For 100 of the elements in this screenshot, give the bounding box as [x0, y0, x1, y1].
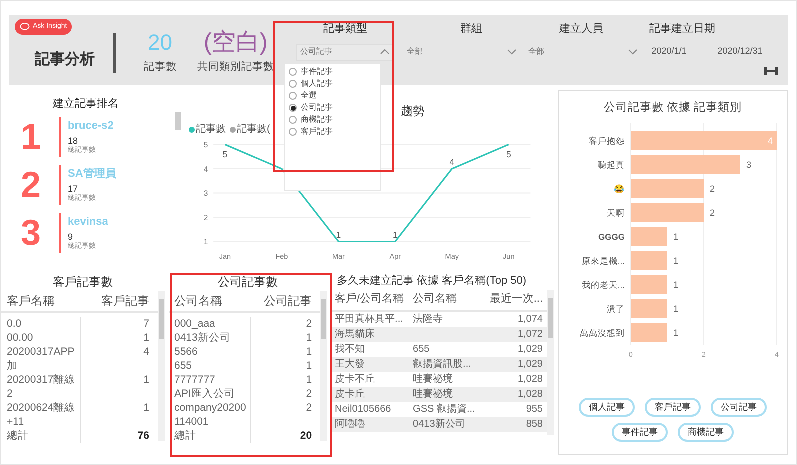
dropdown-option[interactable]: 公司記事: [289, 102, 380, 114]
table-cell: +11: [7, 416, 24, 428]
table-cell: 2: [306, 387, 312, 401]
chevron-down-icon: [507, 49, 518, 55]
type-button[interactable]: 個人記事: [579, 398, 635, 418]
type-button[interactable]: 事件記事: [612, 423, 668, 442]
bar[interactable]: [631, 131, 777, 150]
filter-dropdown[interactable]: 全部: [405, 44, 520, 60]
type-button[interactable]: 客戶記事: [645, 398, 701, 418]
table-cell: 1: [306, 331, 312, 345]
data-label: 1: [674, 328, 679, 338]
section-title: 建立記事排名: [53, 96, 120, 112]
table-cell: 000_aaa: [174, 318, 216, 330]
radio-button[interactable]: [289, 104, 297, 112]
category-label: 😂: [614, 184, 625, 194]
kpi-label: 共同類別記事數: [197, 60, 274, 75]
table-cell: 2: [306, 317, 312, 331]
data-label: 2: [710, 184, 716, 194]
dropdown-option[interactable]: 個人記事: [289, 78, 380, 90]
scroll-handle[interactable]: [175, 112, 181, 130]
radio-button[interactable]: [289, 128, 297, 136]
column-header[interactable]: 公司記事: [250, 292, 320, 310]
bar[interactable]: [631, 179, 704, 198]
table-cell-text: 1,029: [516, 342, 544, 356]
data-label: 1: [674, 232, 679, 242]
dropdown-option[interactable]: 客戶記事: [289, 126, 380, 138]
category-label: 原來是機...: [582, 256, 625, 266]
chart-title: 趨勢: [401, 103, 426, 120]
record-count: 17: [68, 184, 80, 194]
radio-button[interactable]: [289, 68, 297, 76]
table-cell: 哇賽祕境: [413, 388, 454, 400]
range-slider-icon[interactable]: [764, 66, 778, 74]
table-cell-text: 海馬貓床: [334, 328, 376, 342]
type-button[interactable]: 公司記事: [711, 398, 767, 418]
bar[interactable]: [631, 203, 704, 222]
column-header[interactable]: 客戶記事: [81, 292, 158, 310]
bar[interactable]: [631, 155, 740, 174]
axis-tick: 4: [204, 164, 208, 174]
total-value: 76: [138, 429, 150, 443]
column-header[interactable]: 公司名稱: [413, 291, 478, 308]
dropdown-option[interactable]: 商機記事: [289, 114, 380, 126]
data-label: 5: [506, 149, 512, 160]
dropdown-option[interactable]: 全選: [289, 90, 380, 102]
axis-tick: 2: [204, 213, 208, 222]
scrollbar[interactable]: [320, 291, 328, 441]
radio-button[interactable]: [289, 80, 297, 88]
scrollbar[interactable]: [158, 291, 164, 441]
bar[interactable]: [631, 251, 668, 270]
bar[interactable]: [631, 227, 668, 246]
type-button[interactable]: 商機記事: [678, 423, 734, 442]
filter-label: 記事建立日期: [650, 22, 717, 37]
column-header[interactable]: 客戶名稱: [1, 292, 81, 310]
table-cell: 法隆寺: [413, 314, 444, 324]
date-field[interactable]: 2020/12/31: [716, 44, 782, 60]
table-cell: 1: [306, 373, 312, 387]
dropdown-option[interactable]: 事件記事: [289, 66, 380, 78]
data-label: 1: [393, 230, 398, 240]
table-cell-text: 阿嚕嚕: [334, 418, 366, 432]
category-label: 天啊: [607, 208, 625, 218]
axis-tick: 3: [204, 189, 208, 198]
table-cell-text: 1,029: [516, 358, 544, 372]
chevron-up-icon: [380, 49, 390, 55]
rank-number: 1: [21, 118, 42, 154]
data-label: 4: [768, 136, 773, 146]
column-header[interactable]: 客戶/公司名稱: [331, 291, 414, 308]
table-title: 公司記事數: [216, 274, 279, 291]
kpi-value: (空白): [204, 29, 268, 57]
legend-label: 記事數(: [237, 122, 270, 137]
data-label: 1: [674, 256, 679, 266]
table-cell: GSS 叡揚資...: [413, 404, 476, 414]
axis-tick: 1: [204, 238, 208, 247]
table-cell: 哇賽祕境: [413, 374, 454, 384]
radio-button[interactable]: [289, 116, 297, 124]
chevron-down-icon: [628, 49, 638, 55]
table-cell-text: 1,072: [516, 328, 544, 342]
total-label: 總計: [7, 430, 29, 442]
table-cell-text: 皮卡丘: [334, 388, 366, 402]
chart-title: 公司記事數 依據 記事類別: [604, 100, 742, 116]
scrollbar[interactable]: [547, 290, 554, 434]
bar[interactable]: [631, 323, 668, 342]
table-cell: API匯入公司: [174, 388, 236, 400]
bar[interactable]: [631, 299, 668, 318]
radio-button[interactable]: [289, 92, 297, 100]
table-cell: 20200317APP加: [7, 346, 75, 372]
column-header[interactable]: 公司名稱: [168, 292, 250, 310]
table-cell-text: 王大發: [334, 358, 366, 372]
table-cell: 20200317離線2: [7, 374, 76, 400]
filter-label: 記事類型: [323, 22, 368, 37]
column-header[interactable]: 最近一次...: [490, 291, 543, 308]
data-label: 1: [674, 280, 679, 290]
bar[interactable]: [631, 275, 668, 294]
user-name: bruce-s2: [68, 118, 114, 132]
date-field[interactable]: 2020/1/1: [650, 44, 712, 60]
filter-dropdown[interactable]: 全部: [526, 44, 640, 60]
user-name: SA管理員: [68, 166, 116, 180]
type-dropdown[interactable]: 公司記事: [296, 44, 394, 60]
total-label: 總計: [174, 430, 196, 442]
table-cell: 4: [144, 345, 150, 359]
table-cell: 0413新公司: [413, 418, 466, 430]
user-name: kevinsa: [68, 214, 108, 228]
